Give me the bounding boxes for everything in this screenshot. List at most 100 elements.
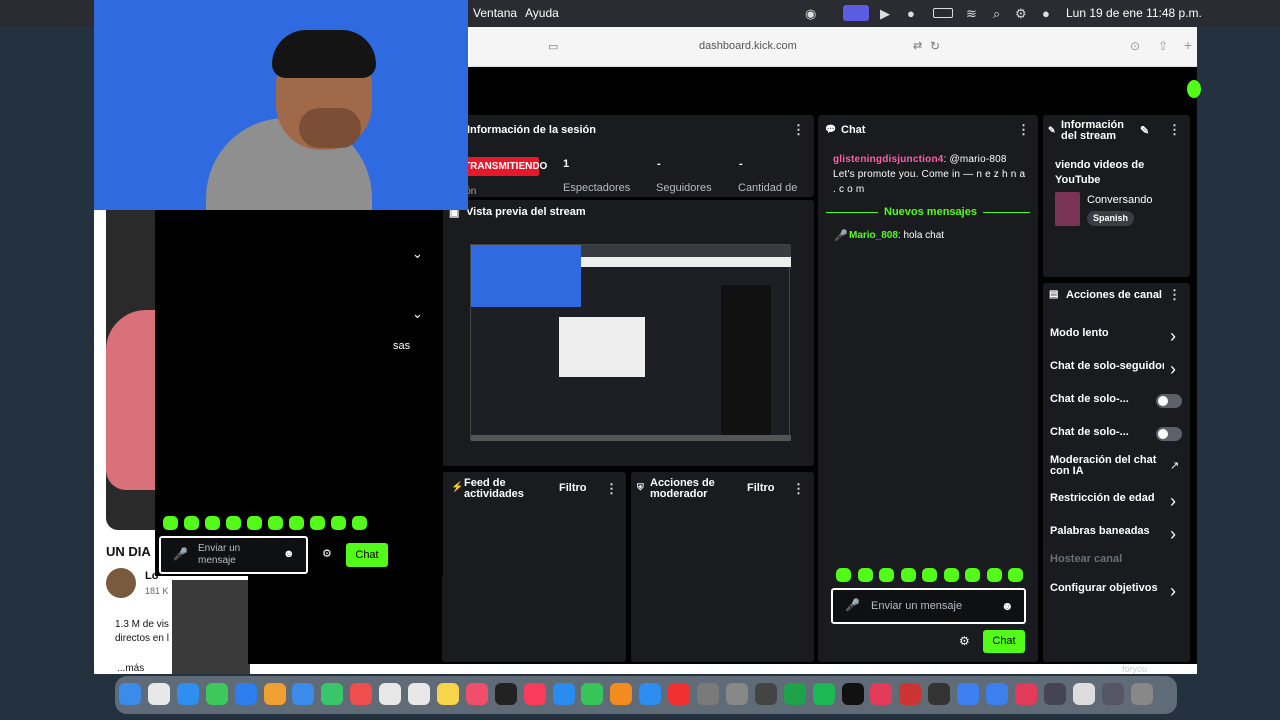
play-icon[interactable]: ▶ [880, 6, 890, 22]
mic-icon[interactable]: 🎤 [173, 547, 188, 561]
stream-info-menu-icon[interactable]: ⋮ [1168, 122, 1181, 138]
toggle-switch[interactable] [1156, 427, 1182, 441]
dock-app-icon[interactable] [899, 683, 922, 705]
channel-avatar[interactable] [106, 568, 136, 598]
dock-app-icon[interactable] [523, 683, 546, 705]
emote-icon[interactable] [965, 568, 980, 582]
dock-app-icon[interactable] [234, 683, 257, 705]
mic-icon[interactable]: 🎤 [845, 598, 860, 612]
siri-icon[interactable]: ● [1042, 6, 1050, 21]
channel-action-item[interactable]: Hostear canal [1050, 554, 1170, 565]
download-icon[interactable]: ⊙ [1130, 39, 1140, 53]
dock-app-icon[interactable] [870, 683, 893, 705]
webcam-overlay[interactable] [94, 0, 468, 210]
screen-share-icon[interactable] [843, 5, 869, 21]
emote-icon[interactable] [289, 516, 304, 530]
emote-icon[interactable] [226, 516, 241, 530]
chat-input[interactable]: 🎤 Enviar un mensaje ☻ [831, 588, 1026, 624]
emote-icon[interactable] [879, 568, 894, 582]
dock-app-icon[interactable] [321, 683, 344, 705]
dock-app-icon[interactable] [465, 683, 488, 705]
edit-icon[interactable]: ✎ [1140, 124, 1149, 137]
mod-actions-menu-icon[interactable]: ⋮ [792, 481, 805, 497]
dock-app-icon[interactable] [639, 683, 662, 705]
emoji-picker-icon[interactable]: ☻ [283, 548, 295, 560]
chevron-right-icon[interactable]: › [1170, 524, 1176, 545]
control-center-icon[interactable]: ⚙ [1015, 6, 1027, 22]
app-status-icon[interactable]: ◉ [805, 6, 816, 22]
dock-app-icon[interactable] [552, 683, 575, 705]
dock-app-icon[interactable] [292, 683, 315, 705]
chat-send-button[interactable]: Chat [983, 630, 1025, 653]
dock-app-icon[interactable] [1043, 683, 1066, 705]
chevron-right-icon[interactable]: › [1170, 491, 1176, 512]
emote-icon[interactable] [352, 516, 367, 530]
chat-settings-icon[interactable]: ⚙ [959, 634, 970, 648]
mod-actions-filter[interactable]: Filtro [747, 482, 775, 494]
emote-icon[interactable] [268, 516, 283, 530]
sidebar-icon[interactable]: ▭ [548, 40, 558, 53]
channel-action-item[interactable]: Chat de solo-... [1050, 394, 1170, 405]
translate-icon[interactable]: ⇄ [913, 39, 922, 52]
emote-icon[interactable] [986, 568, 1002, 582]
share-icon[interactable]: ⇧ [1158, 39, 1168, 53]
new-messages-label[interactable]: Nuevos mensajes [878, 206, 983, 218]
url-text[interactable]: dashboard.kick.com [699, 40, 797, 52]
dock-app-icon[interactable] [1130, 683, 1153, 705]
address-bar[interactable]: ▭ dashboard.kick.com ⇄ ↻ ⊙ ⇧ + [470, 27, 1197, 67]
dock-app-icon[interactable] [494, 683, 517, 705]
more-link[interactable]: ...más [117, 663, 144, 674]
activity-menu-icon[interactable]: ⋮ [605, 481, 618, 497]
new-tab-icon[interactable]: + [1184, 37, 1192, 53]
popout-send-button[interactable]: Chat [346, 543, 388, 567]
dock-app-icon[interactable] [408, 683, 430, 705]
session-menu-icon[interactable]: ⋮ [792, 122, 805, 138]
chat-menu-icon[interactable]: ⋮ [1017, 122, 1030, 138]
dock-app-icon[interactable] [263, 683, 286, 705]
dock-app-icon[interactable] [119, 683, 141, 705]
menu-ayuda[interactable]: Ayuda [525, 6, 559, 20]
wifi-icon[interactable]: ≋ [966, 6, 977, 22]
dock-app-icon[interactable] [581, 683, 604, 705]
emote-icon[interactable] [310, 516, 325, 530]
channel-action-item[interactable]: Chat de solo-... [1050, 427, 1170, 438]
emote-icon[interactable] [943, 568, 959, 582]
chevron-right-icon[interactable]: › [1170, 326, 1176, 347]
dock-app-icon[interactable] [841, 683, 864, 705]
dock-app-icon[interactable] [928, 683, 951, 705]
channel-action-item[interactable]: Configurar objetivos [1050, 583, 1170, 594]
emote-icon[interactable] [205, 516, 220, 530]
stream-preview-video[interactable] [470, 244, 791, 441]
channel-actions-menu-icon[interactable]: ⋮ [1168, 287, 1181, 303]
dock-app-icon[interactable] [1072, 683, 1095, 705]
external-link-icon[interactable]: ↗ [1170, 459, 1179, 472]
chat-username[interactable]: Mario_808 [849, 230, 898, 241]
channel-action-item[interactable]: Chat de solo-seguidores [1050, 361, 1164, 372]
dock-app-icon[interactable] [986, 683, 1008, 705]
dock-app-icon[interactable] [697, 683, 719, 705]
chevron-right-icon[interactable]: › [1170, 581, 1176, 602]
dock-app-icon[interactable] [350, 683, 373, 705]
reload-icon[interactable]: ↻ [930, 39, 940, 53]
dock-app-icon[interactable] [957, 683, 980, 705]
chevron-down-icon[interactable]: ⌄ [412, 246, 423, 262]
emote-icon[interactable] [163, 516, 178, 530]
dock-app-icon[interactable] [205, 683, 228, 705]
user-icon[interactable]: ● [907, 6, 915, 21]
video-title[interactable]: UN DIA [106, 544, 151, 559]
menu-ventana[interactable]: Ventana [473, 6, 517, 20]
dock-app-icon[interactable] [1101, 683, 1124, 705]
channel-action-item[interactable]: Palabras baneadas [1050, 526, 1170, 537]
youtube-thumbnail[interactable] [106, 210, 156, 530]
dock-app-icon[interactable] [812, 683, 835, 705]
toggle-switch[interactable] [1156, 394, 1182, 408]
dock-app-icon[interactable] [783, 683, 806, 705]
dock-app-icon[interactable] [436, 683, 459, 705]
chevron-right-icon[interactable]: › [1170, 359, 1176, 380]
dock-app-icon[interactable] [725, 683, 748, 705]
dock-app-icon[interactable] [147, 683, 170, 705]
dock-app-icon[interactable] [379, 683, 402, 705]
dock-app-icon[interactable] [754, 683, 777, 705]
popout-settings-icon[interactable]: ⚙ [322, 547, 332, 560]
emote-icon[interactable] [1008, 568, 1023, 582]
